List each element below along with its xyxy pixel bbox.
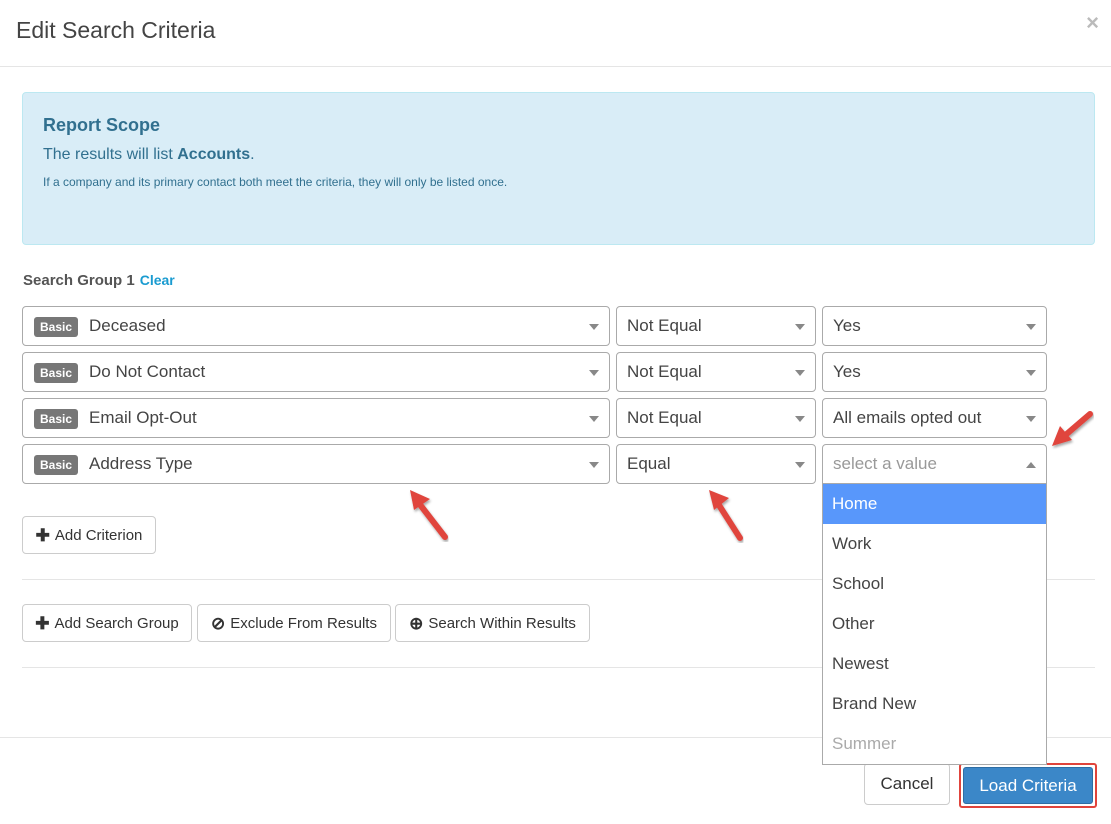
search-group-label: Search Group 1 — [23, 272, 135, 289]
scope-suffix: . — [250, 146, 255, 163]
dropdown-option-newest[interactable]: Newest — [823, 644, 1046, 684]
chevron-down-icon — [589, 324, 599, 330]
value-dropdown-list: Home Work School Other Newest Brand New … — [822, 484, 1047, 765]
search-within-results-button[interactable]: ⊕ Search Within Results — [395, 604, 590, 642]
chevron-down-icon — [589, 370, 599, 376]
search-plus-icon: ⊕ — [409, 613, 424, 633]
add-criterion-button[interactable]: ✚ Add Criterion — [22, 516, 156, 554]
exclude-from-results-button[interactable]: ⊘ Exclude From Results — [197, 604, 391, 642]
operator-select-1[interactable]: Not Equal — [616, 306, 816, 346]
field-select-4[interactable]: Basic Address Type — [22, 444, 610, 484]
clear-group-link[interactable]: Clear — [140, 272, 175, 288]
annotation-arrow-icon — [1052, 411, 1093, 446]
annotation-arrow-icon — [709, 490, 743, 541]
value-select-1[interactable]: Yes — [822, 306, 1047, 346]
value-value: Yes — [833, 362, 861, 381]
search-within-label: Search Within Results — [428, 614, 576, 632]
field-value: Email Opt-Out — [89, 408, 197, 427]
operator-value: Not Equal — [627, 362, 702, 381]
field-select-1[interactable]: Basic Deceased — [22, 306, 610, 346]
field-select-2[interactable]: Basic Do Not Contact — [22, 352, 610, 392]
dropdown-option-school[interactable]: School — [823, 564, 1046, 604]
operator-select-3[interactable]: Not Equal — [616, 398, 816, 438]
scope-prefix: The results will list — [43, 146, 178, 163]
chevron-up-icon — [1026, 462, 1036, 468]
plus-icon: ✚ — [35, 525, 50, 545]
scope-entity: Accounts — [177, 146, 251, 163]
operator-value: Equal — [627, 454, 671, 473]
plus-icon: ✚ — [35, 613, 50, 633]
ban-icon: ⊘ — [211, 613, 226, 633]
value-select-2[interactable]: Yes — [822, 352, 1047, 392]
operator-value: Not Equal — [627, 316, 702, 335]
chevron-down-icon — [795, 370, 805, 376]
basic-badge: Basic — [34, 317, 79, 337]
operator-select-2[interactable]: Not Equal — [616, 352, 816, 392]
chevron-down-icon — [589, 416, 599, 422]
load-criteria-highlight: Load Criteria — [959, 763, 1097, 808]
close-icon[interactable]: × — [1086, 12, 1099, 34]
value-value: Yes — [833, 316, 861, 335]
report-scope-title: Report Scope — [43, 115, 161, 135]
basic-badge: Basic — [34, 363, 79, 383]
chevron-down-icon — [1026, 370, 1036, 376]
dropdown-option-brand-new[interactable]: Brand New — [823, 684, 1046, 724]
chevron-down-icon — [589, 462, 599, 468]
report-scope-description: The results will list Accounts. — [43, 146, 255, 164]
chevron-down-icon — [1026, 416, 1036, 422]
dropdown-option-home[interactable]: Home — [823, 484, 1046, 524]
annotation-arrow-icon — [410, 490, 448, 540]
operator-value: Not Equal — [627, 408, 702, 427]
dropdown-option-other[interactable]: Other — [823, 604, 1046, 644]
operator-select-4[interactable]: Equal — [616, 444, 816, 484]
chevron-down-icon — [795, 462, 805, 468]
add-criterion-label: Add Criterion — [54, 526, 143, 544]
modal-header: Edit Search Criteria × — [0, 0, 1111, 67]
cancel-button[interactable]: Cancel — [864, 763, 950, 805]
value-placeholder: select a value — [833, 454, 937, 473]
chevron-down-icon — [1026, 324, 1036, 330]
cancel-label: Cancel — [880, 774, 934, 793]
report-scope-note: If a company and its primary contact bot… — [43, 175, 508, 189]
value-value: All emails opted out — [833, 408, 982, 427]
modal-title: Edit Search Criteria — [16, 17, 216, 43]
report-scope-panel: Report Scope The results will list Accou… — [22, 92, 1095, 245]
chevron-down-icon — [795, 324, 805, 330]
dropdown-option-summer[interactable]: Summer — [823, 724, 1046, 764]
value-select-4[interactable]: select a value — [822, 444, 1047, 484]
basic-badge: Basic — [34, 455, 79, 475]
load-criteria-button[interactable]: Load Criteria — [963, 767, 1093, 804]
dropdown-option-work[interactable]: Work — [823, 524, 1046, 564]
field-value: Address Type — [89, 454, 193, 473]
add-search-group-button[interactable]: ✚ Add Search Group — [22, 604, 192, 642]
chevron-down-icon — [795, 416, 805, 422]
field-value: Do Not Contact — [89, 362, 206, 381]
add-search-group-label: Add Search Group — [54, 614, 179, 632]
field-select-3[interactable]: Basic Email Opt-Out — [22, 398, 610, 438]
field-value: Deceased — [89, 316, 166, 335]
basic-badge: Basic — [34, 409, 79, 429]
search-group-header: Search Group 1 Clear — [23, 272, 175, 289]
value-select-3[interactable]: All emails opted out — [822, 398, 1047, 438]
exclude-label: Exclude From Results — [230, 614, 377, 632]
